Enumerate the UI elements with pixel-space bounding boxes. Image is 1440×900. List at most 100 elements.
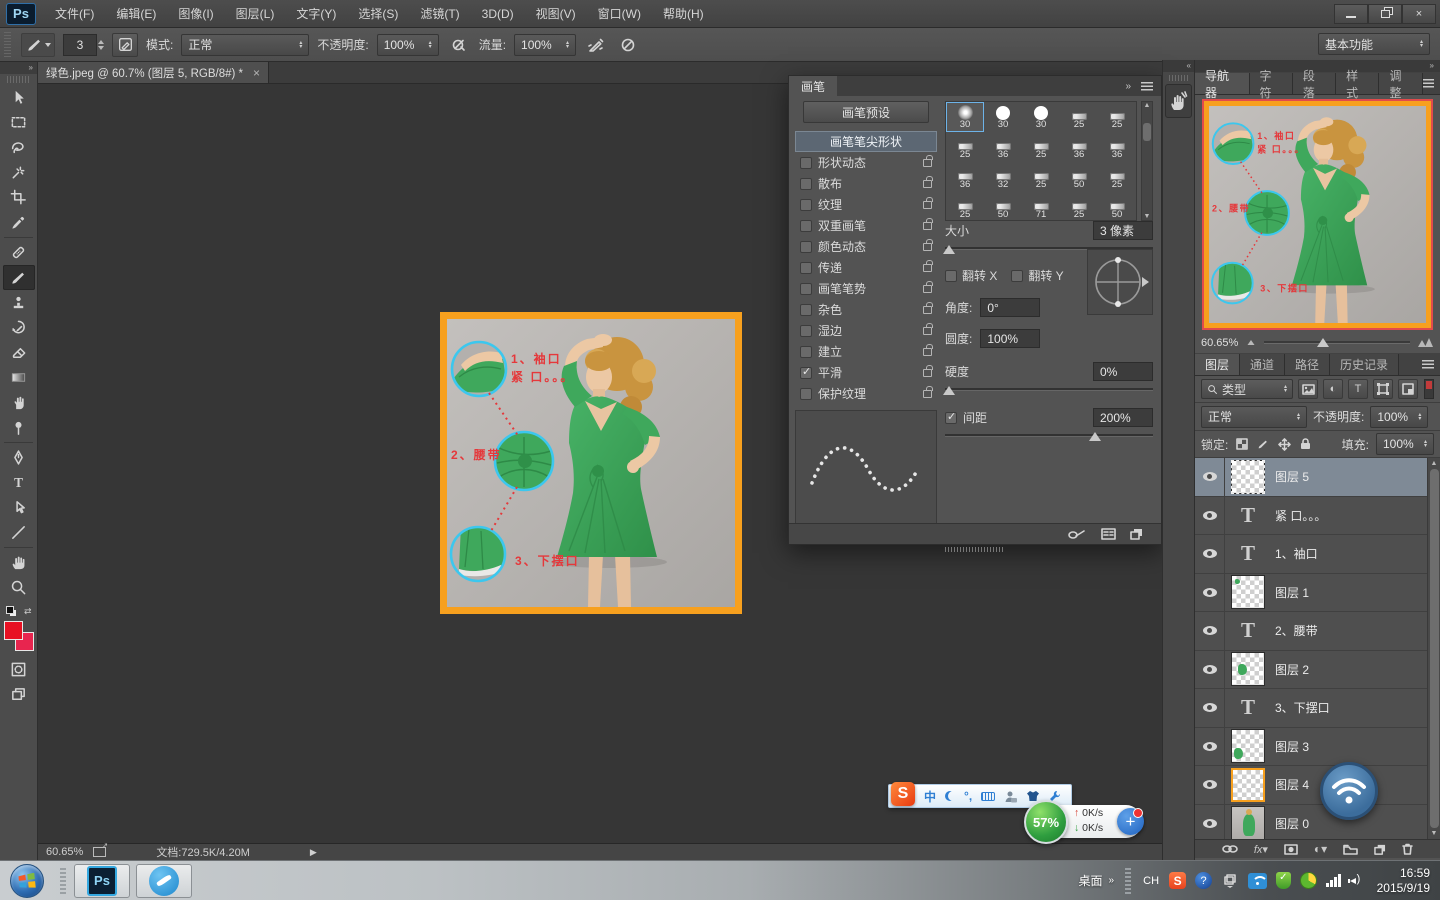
layer-row[interactable]: 图层 5: [1195, 458, 1440, 497]
pen-tool[interactable]: [3, 445, 35, 470]
dodge-tool[interactable]: [3, 415, 35, 440]
layer-row[interactable]: 图层 0: [1195, 805, 1440, 840]
visibility-toggle[interactable]: [1195, 651, 1225, 689]
checkbox[interactable]: [800, 262, 812, 274]
checkbox[interactable]: [800, 199, 812, 211]
filter-on-off-toggle[interactable]: [1424, 379, 1434, 399]
blend-mode-select[interactable]: 正常 ▴▾: [181, 34, 309, 56]
filter-adjustment-layers-icon[interactable]: ◐: [1323, 379, 1343, 399]
volume-icon[interactable]: [1350, 874, 1364, 887]
default-colors-icon[interactable]: [6, 606, 14, 614]
sogou-logo-icon[interactable]: S: [891, 782, 915, 806]
clock[interactable]: 16:59 2015/9/19: [1373, 866, 1430, 896]
layer-opacity-select[interactable]: 100% ▴▾: [1370, 406, 1428, 428]
angle-dial[interactable]: [1087, 249, 1153, 315]
checkbox[interactable]: [800, 388, 812, 400]
spacing-slider[interactable]: [945, 432, 1153, 442]
menu-help[interactable]: 帮助(H): [652, 0, 715, 28]
spacing-checkbox[interactable]: [945, 412, 957, 424]
accelerator-ball-icon[interactable]: +: [1117, 808, 1144, 835]
visibility-toggle[interactable]: [1195, 728, 1225, 766]
panel-menu-icon[interactable]: [1141, 82, 1153, 91]
checkbox[interactable]: [800, 220, 812, 232]
zoom-out-icon[interactable]: [1248, 340, 1255, 345]
airbrush-icon[interactable]: [584, 34, 608, 56]
layer-row[interactable]: 图层 3: [1195, 728, 1440, 767]
brush-size-field[interactable]: 3: [63, 34, 97, 56]
brush-preset[interactable]: 36: [946, 162, 984, 192]
lock-icon[interactable]: [923, 348, 932, 356]
brush-preset[interactable]: 71: [1022, 192, 1060, 221]
checkbox[interactable]: [800, 346, 812, 358]
layer-thumbnail[interactable]: [1231, 806, 1265, 839]
brush-preset[interactable]: 50: [1060, 162, 1098, 192]
brush-preset[interactable]: 30: [984, 102, 1022, 132]
account-icon[interactable]: [1004, 790, 1017, 803]
adjustment-layer-icon[interactable]: ◐▾: [1314, 842, 1327, 856]
brush-preset[interactable]: 25: [1060, 102, 1098, 132]
new-group-icon[interactable]: [1343, 844, 1358, 855]
lock-icon[interactable]: [923, 369, 932, 377]
brush-tool-preset[interactable]: [21, 33, 55, 57]
lock-icon[interactable]: [923, 306, 932, 314]
checkbox-checked[interactable]: [800, 367, 812, 379]
tab-history[interactable]: 历史记录: [1330, 354, 1399, 375]
path-selection-tool[interactable]: [3, 495, 35, 520]
brush-preset[interactable]: 32: [984, 162, 1022, 192]
brush-tool[interactable]: [3, 265, 35, 290]
flip-x-checkbox[interactable]: 翻转 X: [945, 267, 997, 284]
layer-thumbnail[interactable]: [1231, 729, 1265, 763]
panel-menu-icon[interactable]: [1423, 79, 1434, 88]
show-hidden-icons[interactable]: [1221, 872, 1239, 890]
type-layer-icon[interactable]: T: [1241, 695, 1255, 720]
brush-preset-grid[interactable]: 30 30 30 25 25 25 36 25 36 36 36 32 25 5…: [945, 101, 1137, 221]
menu-3d[interactable]: 3D(D): [471, 0, 525, 28]
lock-icon[interactable]: [923, 285, 932, 293]
speed-monitor-overlay[interactable]: 57% ↑ 0K/s ↓ 0K/s +: [1024, 802, 1142, 842]
brush-panel-tab[interactable]: 画笔: [789, 76, 837, 96]
layer-thumbnail[interactable]: [1231, 768, 1265, 802]
checkbox[interactable]: [800, 241, 812, 253]
brush-option-brush-pose[interactable]: 画笔笔势: [795, 278, 937, 299]
zoom-tool[interactable]: [3, 575, 35, 600]
layer-thumbnail[interactable]: [1231, 460, 1265, 494]
flip-y-checkbox[interactable]: 翻转 Y: [1011, 267, 1063, 284]
tab-adjustments[interactable]: 调整: [1379, 73, 1422, 94]
menu-type[interactable]: 文字(Y): [285, 0, 347, 28]
brush-preset[interactable]: 25: [1022, 162, 1060, 192]
visibility-toggle[interactable]: [1195, 805, 1225, 840]
magic-wand-tool[interactable]: [3, 160, 35, 185]
checkbox[interactable]: [800, 178, 812, 190]
visibility-toggle[interactable]: [1195, 574, 1225, 612]
brush-size-stepper[interactable]: [98, 40, 104, 50]
layer-blend-mode-select[interactable]: 正常 ▴▾: [1201, 406, 1307, 428]
expand-panels-icon[interactable]: «: [1163, 60, 1194, 72]
360-ball-icon[interactable]: [1300, 872, 1317, 889]
new-layer-icon[interactable]: [1374, 844, 1386, 855]
layer-thumbnail[interactable]: [1231, 575, 1265, 609]
foreground-color-swatch[interactable]: [4, 621, 23, 640]
tab-character[interactable]: 字符: [1250, 73, 1293, 94]
menu-window[interactable]: 窗口(W): [587, 0, 652, 28]
navigator-zoom-slider[interactable]: [1264, 338, 1410, 348]
brush-lock-icon[interactable]: [1067, 528, 1087, 540]
brush-option-texture[interactable]: 纹理: [795, 194, 937, 215]
lock-transparency-icon[interactable]: [1235, 437, 1249, 451]
signal-bars-icon[interactable]: [1326, 874, 1341, 887]
layer-row[interactable]: T 2、腰带: [1195, 612, 1440, 651]
angle-value[interactable]: 0°: [980, 298, 1040, 317]
lock-icon[interactable]: [923, 264, 932, 272]
healing-brush-tool[interactable]: [3, 240, 35, 265]
brush-preset[interactable]: 50: [1098, 192, 1136, 221]
navigator-zoom-value[interactable]: 60.65%: [1201, 337, 1238, 349]
restore-button[interactable]: [1368, 4, 1402, 24]
link-layers-icon[interactable]: [1222, 844, 1238, 854]
menu-filter[interactable]: 滤镜(T): [409, 0, 470, 28]
brush-preset[interactable]: 25: [946, 132, 984, 162]
smudge-tool[interactable]: [3, 390, 35, 415]
layer-thumbnail[interactable]: [1231, 652, 1265, 686]
panel-menu-icon[interactable]: [1422, 360, 1434, 369]
brush-grid-scrollbar[interactable]: ▲▼: [1141, 101, 1153, 221]
close-button[interactable]: ×: [1402, 4, 1436, 24]
lock-icon[interactable]: [923, 327, 932, 335]
